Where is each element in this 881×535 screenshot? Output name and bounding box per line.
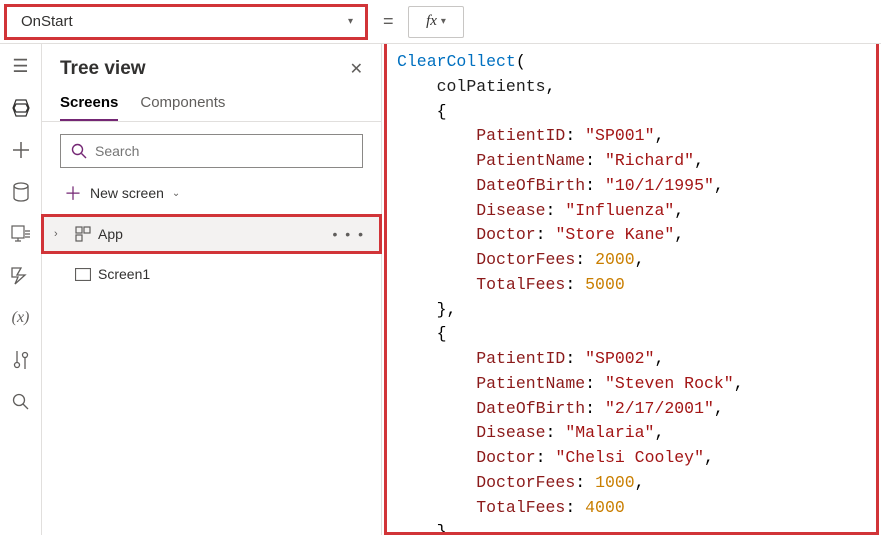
expand-icon[interactable]: › [54,228,68,240]
insert-icon[interactable] [11,140,31,160]
formula-bar-editor[interactable]: ClearCollect( colPatients, { PatientID: … [384,44,879,535]
tree-tabs: Screens Components [42,86,381,122]
tab-components[interactable]: Components [140,94,225,121]
property-dropdown[interactable]: OnStart ▾ [4,4,368,40]
tree-view-icon[interactable] [11,98,31,118]
tree-title: Tree view [60,58,146,80]
power-automate-icon[interactable] [11,266,31,286]
tree-item-label: App [98,226,327,242]
search-box[interactable] [60,134,363,168]
search-input[interactable] [95,143,352,159]
tab-screens[interactable]: Screens [60,94,118,121]
more-options-button[interactable]: • • • [333,226,365,242]
fx-label: fx [426,13,437,30]
tree-view-panel: Tree view ✕ Screens Components ＋ New scr… [42,44,382,535]
screen-icon [74,268,92,281]
data-icon[interactable] [11,182,31,202]
close-icon[interactable]: ✕ [350,59,363,79]
fx-button[interactable]: fx ▾ [408,6,464,38]
search-icon[interactable] [11,392,31,412]
main: ☰ (x) Tree view ✕ Screens Compo [0,44,881,535]
app-icon [74,226,92,242]
plus-icon: ＋ [64,180,82,206]
topbar: OnStart ▾ = fx ▾ [0,0,881,44]
chevron-down-icon: ▾ [348,16,353,27]
search-icon [71,143,87,159]
equals-sign: = [368,11,408,32]
chevron-down-icon: ▾ [441,16,446,27]
left-icon-rail: ☰ (x) [0,44,42,535]
tree-item-screen1[interactable]: Screen1 [42,254,381,294]
tree-item-app[interactable]: › App • • • [41,214,382,254]
hamburger-icon[interactable]: ☰ [11,56,31,76]
tree-item-label: Screen1 [98,266,367,282]
search-row [42,122,381,174]
chevron-down-icon: ⌄ [172,188,180,199]
new-screen-button[interactable]: ＋ New screen ⌄ [42,174,381,214]
advanced-tools-icon[interactable] [11,350,31,370]
tree-header: Tree view ✕ [42,44,381,86]
media-icon[interactable] [11,224,31,244]
property-label: OnStart [21,13,73,30]
variables-icon[interactable]: (x) [11,308,31,328]
new-screen-label: New screen [90,185,164,201]
